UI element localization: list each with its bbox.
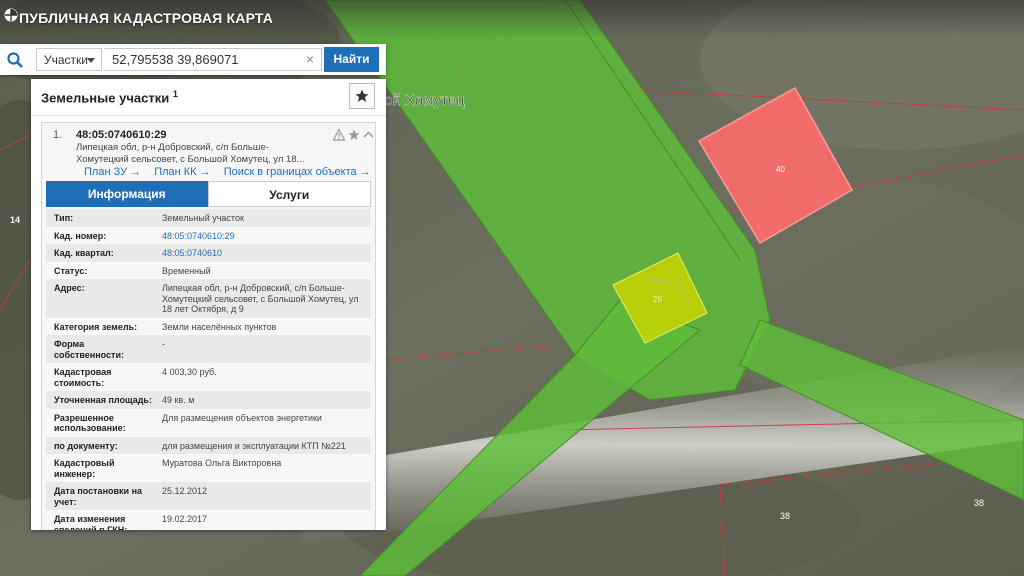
info-row-value[interactable]: 48:05:0740610 [154,244,371,262]
map-parcel-label-40: 40 [776,165,785,174]
result-address: Липецкая обл, р-н Добровский, с/п Больше… [76,142,305,165]
info-row: Статус: Временный [46,261,371,279]
search-submit-button[interactable]: Найти [324,47,379,72]
info-row: по документу: для размещения и эксплуатац… [46,436,371,454]
info-row-label: Кад. номер: [54,230,107,241]
info-row-label: Дата изменения сведений в ГКН: [54,514,128,530]
panel-title-text: Земельные участки [41,90,170,106]
results-panel: Земельные участки 1 1. 48:05:0740610:29 … [31,79,386,530]
app-header: ПУБЛИЧНАЯ КАДАСТРОВАЯ КАРТА [0,0,1024,38]
info-row: Кад. квартал: 48:05:0740610 [46,244,371,262]
star-icon[interactable] [348,129,360,141]
chevron-down-icon [87,58,95,63]
results-count: 1 [172,89,178,99]
info-row-value: Для размещения объектов энергетики [162,412,322,423]
info-row: Тип: Земельный участок [46,209,371,227]
info-row-value: 4 003,30 руб. [162,367,217,377]
clear-search-button[interactable]: × [302,51,318,67]
map-street-label: ой Хомутец [384,92,465,109]
info-row: Разрешенное использование: Для размещения… [46,408,371,437]
search-icon[interactable] [0,44,30,75]
map-parcel-label-38a: 38 [780,511,790,521]
info-row-label: Категория земель: [54,321,138,332]
plan-kk-link[interactable]: План КК → [154,166,210,178]
info-row-value: 25.12.2012 [162,486,208,496]
panel-header: Земельные участки 1 [31,79,386,116]
tab-services[interactable]: Услуги [207,181,371,207]
result-links: План ЗУ → План КК → Поиск в границах объ… [84,166,375,178]
info-table: Тип: Земельный участок Кад. номер: 48:05:07… [46,209,371,530]
card-actions [333,129,374,141]
info-row: Дата постановки на учет: 25.12.2012 [46,482,371,510]
info-row-value: 49 кв. м [162,395,195,405]
info-row-value: Земли населённых пунктов [162,321,277,332]
tab-information[interactable]: Информация [46,181,208,207]
search-type-select[interactable]: Участки [36,48,102,71]
info-row: Кад. номер: 48:05:0740610:29 [46,226,371,245]
star-icon [355,89,369,102]
favorite-button[interactable] [349,83,375,109]
info-row-value: Временный [162,265,211,276]
app-title: ПУБЛИЧНАЯ КАДАСТРОВАЯ КАРТА [19,10,274,26]
info-row-label: Тип: [54,213,74,223]
warning-icon[interactable] [333,129,346,141]
info-row-value: Липецкая обл, р-н Добровский, с/п Больше… [162,283,359,314]
info-row-value: Земельный участок [162,213,244,223]
info-row-value: 19.02.2017 [162,514,208,524]
info-row: Кадастровая стоимость: 4 003,30 руб. [46,363,371,391]
info-row-label: Форма собственности: [54,339,124,360]
info-row-label: Уточненная площадь: [54,395,152,405]
info-row: Форма собственности: - [46,335,371,363]
info-row-label: по документу: [54,440,118,451]
info-row: Адрес: Липецкая обл, р-н Добровский, с/п … [46,279,371,318]
result-tabs: Информация Услуги [46,181,371,207]
map-parcel-label-29: 29 [653,295,662,304]
search-bar: Участки × Найти [0,44,386,75]
info-row: Уточненная площадь: 49 кв. м [46,391,371,409]
info-row-value: Муратова Ольга Викторовна [162,458,282,468]
logo-icon[interactable] [4,8,18,22]
info-row-value[interactable]: 48:05:0740610:29 [154,227,371,245]
info-row: Категория земель: Земли населённых пункто… [46,317,371,335]
result-cad-number[interactable]: 48:05:0740610:29 [76,129,167,141]
info-row: Кадастровый инженер: Муратова Ольга Викто… [46,454,371,482]
info-row-label: Кадастровый инженер: [54,458,115,479]
info-row-label: Разрешенное использование: [54,412,126,434]
info-row-value: - [162,339,165,349]
panel-title: Земельные участки 1 [41,89,178,105]
chevron-up-icon[interactable] [363,131,374,138]
map-parcel-label-38b: 38 [974,498,984,508]
info-row-label: Дата постановки на учет: [54,486,143,507]
info-row-value: для размещения и эксплуатации КТП №221 [162,440,346,451]
info-row-label: Статус: [54,265,88,276]
info-row-label: Адрес: [54,283,85,293]
plan-zu-link[interactable]: План ЗУ → [84,166,141,178]
search-input[interactable] [104,48,322,71]
search-in-bounds-link[interactable]: Поиск в границах объекта → [224,166,371,178]
search-type-label: Участки [44,53,88,67]
info-row-label: Кадастровая стоимость: [54,367,112,388]
result-card[interactable]: 1. 48:05:0740610:29 Липецкая обл, р-н До… [41,122,376,530]
map-parcel-label-14: 14 [10,215,20,225]
info-row: Дата изменения сведений в ГКН: 19.02.2017 [46,510,371,530]
result-index: 1. [53,129,63,141]
info-row-label: Кад. квартал: [54,248,114,258]
